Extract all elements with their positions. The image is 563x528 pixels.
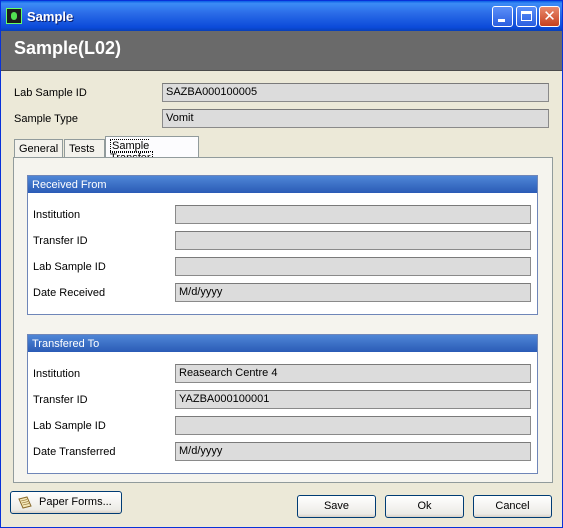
received-lab-sample-id-field[interactable] <box>175 257 531 276</box>
tab-tests[interactable]: Tests <box>64 139 105 157</box>
close-button[interactable]: ✕ <box>539 6 560 27</box>
close-icon: ✕ <box>543 7 556 25</box>
received-transfer-id-label: Transfer ID <box>33 235 88 247</box>
sample-type-label: Sample Type <box>14 113 79 125</box>
lab-sample-id-label: Lab Sample ID <box>14 87 87 99</box>
transfer-id-field[interactable]: YAZBA000100001 <box>175 390 531 409</box>
transfer-lab-sample-id-field[interactable] <box>175 416 531 435</box>
window-title: Sample <box>27 9 74 24</box>
paper-forms-label: Paper Forms... <box>39 496 112 508</box>
paper-forms-button[interactable]: Paper Forms... <box>10 491 122 514</box>
tab-general-label: General <box>19 143 59 155</box>
maximize-icon <box>521 11 532 21</box>
received-institution-label: Institution <box>33 209 81 221</box>
received-institution-field[interactable] <box>175 205 531 224</box>
date-transferred-field[interactable]: M/d/yyyy <box>175 442 531 461</box>
tab-general[interactable]: General <box>14 139 63 157</box>
title-bar[interactable]: Sample ✕ <box>1 1 562 31</box>
transfer-id-label: Transfer ID <box>33 394 88 406</box>
sample-type-field[interactable]: Vomit <box>162 109 549 128</box>
save-button[interactable]: Save <box>297 495 376 518</box>
tab-sample-transfer[interactable]: Sample Transfer <box>105 136 199 165</box>
cancel-button[interactable]: Cancel <box>473 495 552 518</box>
date-received-label: Date Received <box>33 287 106 299</box>
received-from-group: Received From Institution Transfer ID La… <box>27 175 538 315</box>
transfer-lab-sample-id-label: Lab Sample ID <box>33 420 106 432</box>
transfer-institution-label: Institution <box>33 368 81 380</box>
transfer-institution-field[interactable]: Reasearch Centre 4 <box>175 364 531 383</box>
page-title: Sample(L02) <box>14 38 122 58</box>
ok-button[interactable]: Ok <box>385 495 464 518</box>
transfered-to-group: Transfered To Institution Reasearch Cent… <box>27 334 538 474</box>
received-transfer-id-field[interactable] <box>175 231 531 250</box>
minimize-button[interactable] <box>492 6 513 27</box>
sample-window: Sample ✕ Sample(L02) Lab Sample ID SAZBA… <box>0 0 563 528</box>
date-transferred-label: Date Transferred <box>33 446 116 458</box>
tab-tests-label: Tests <box>69 143 95 155</box>
date-received-field[interactable]: M/d/yyyy <box>175 283 531 302</box>
received-lab-sample-id-label: Lab Sample ID <box>33 261 106 273</box>
lab-sample-id-field[interactable]: SAZBA000100005 <box>162 83 549 102</box>
sample-transfer-panel: Received From Institution Transfer ID La… <box>13 157 553 483</box>
header-band: Sample(L02) <box>1 31 562 71</box>
received-from-heading: Received From <box>28 176 537 193</box>
app-icon <box>6 8 22 24</box>
transfered-to-heading: Transfered To <box>28 335 537 352</box>
maximize-button[interactable] <box>516 6 537 27</box>
minimize-icon <box>498 19 505 22</box>
paper-form-icon <box>18 496 32 509</box>
